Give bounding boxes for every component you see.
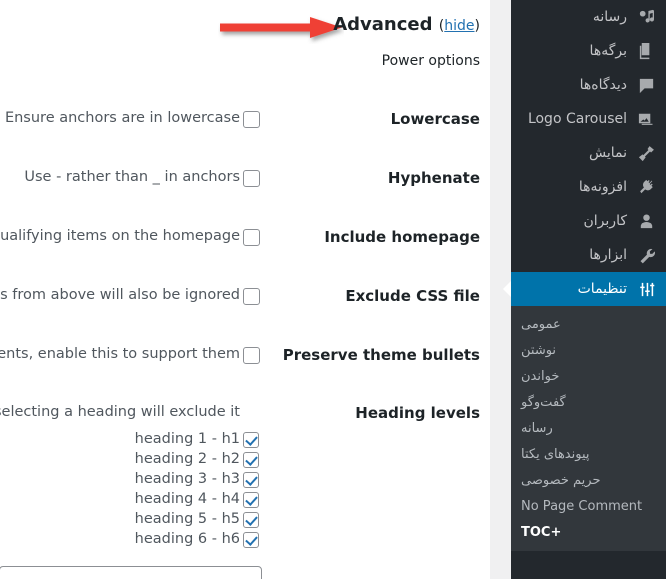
sidebar-item-comments[interactable]: دیدگاه‌ها — [511, 68, 666, 102]
option-label: Hyphenate — [387, 169, 480, 187]
heading-level-item: heading 5 - h5 — [0, 511, 480, 530]
section-subtitle: Power options — [381, 53, 480, 69]
sidebar-item-label: دیدگاه‌ها — [579, 77, 627, 93]
submenu-item-discussion[interactable]: گفت‌وگو — [511, 389, 666, 415]
submenu-item-toc[interactable]: +TOC — [511, 519, 666, 545]
submenu-item-media[interactable]: رسانه — [511, 415, 666, 441]
option-row-heading-levels: vels. Deselecting a heading will exclude… — [0, 404, 480, 424]
option-row-exclude-css-file: ptions from above will also be ignored E… — [0, 287, 480, 307]
appearance-icon — [635, 142, 657, 164]
heading-level-label: heading 1 - h1 — [134, 431, 240, 447]
page-title: Advanced (hide) — [333, 14, 480, 35]
sidebar-item-media[interactable]: رسانه — [511, 0, 666, 34]
admin-sidebar: رسانه برگه‌ها دیدگاه‌ها Logo Carousel نم — [503, 0, 666, 579]
sidebar-item-users[interactable]: کاربران — [511, 204, 666, 238]
sidebar-item-label: کاربران — [583, 213, 627, 229]
option-label: Preserve theme bullets — [282, 346, 480, 364]
option-description: ptions from above will also be ignored — [0, 287, 240, 303]
submenu-item-general[interactable]: عمومی — [511, 311, 666, 337]
heading-levels-description: vels. Deselecting a heading will exclude… — [0, 404, 240, 420]
hide-wrapper: (hide) — [439, 18, 480, 34]
exclude-css-file-checkbox[interactable] — [243, 288, 260, 305]
heading-1-checkbox[interactable] — [243, 432, 259, 448]
sidebar-item-label: Logo Carousel — [527, 111, 627, 127]
comments-icon — [635, 74, 657, 96]
option-label: Lowercase — [390, 110, 480, 128]
sidebar-item-label: ابزارها — [589, 247, 627, 263]
heading-level-item: heading 1 - h1 — [0, 431, 480, 450]
heading-6-checkbox[interactable] — [243, 532, 259, 548]
include-homepage-checkbox[interactable] — [243, 229, 260, 246]
option-description: elements, enable this to support them — [0, 346, 240, 362]
option-label: Exclude CSS file — [345, 287, 480, 305]
submenu-item-permalinks[interactable]: پیوندهای یکتا — [511, 441, 666, 467]
heading-4-checkbox[interactable] — [243, 492, 259, 508]
sidebar-item-label: تنظیمات — [577, 281, 627, 297]
heading-level-label: heading 6 - h6 — [134, 531, 240, 547]
exclude-list-input[interactable] — [0, 566, 262, 579]
heading-level-label: heading 2 - h2 — [134, 451, 240, 467]
heading-levels-label: Heading levels — [355, 404, 480, 422]
option-label: Include homepage — [324, 228, 480, 246]
sidebar-item-logo-carousel[interactable]: Logo Carousel — [511, 102, 666, 136]
submenu-item-privacy[interactable]: حریم خصوصی — [511, 467, 666, 493]
hide-link[interactable]: hide — [444, 18, 474, 34]
sidebar-item-tools[interactable]: ابزارها — [511, 238, 666, 272]
heading-3-checkbox[interactable] — [243, 472, 259, 488]
users-icon — [635, 210, 657, 232]
heading-level-item: heading 6 - h6 — [0, 531, 480, 550]
submenu-item-reading[interactable]: خواندن — [511, 363, 666, 389]
settings-icon — [635, 278, 657, 300]
annotation-arrow-icon — [220, 17, 342, 38]
images-icon — [635, 108, 657, 130]
sidebar-item-appearance[interactable]: نمایش — [511, 136, 666, 170]
media-icon — [635, 6, 657, 28]
preserve-theme-bullets-checkbox[interactable] — [243, 347, 260, 364]
screen: Advanced (hide) Power options Ensure anc… — [0, 0, 666, 579]
plugins-icon — [635, 176, 657, 198]
tools-icon — [635, 244, 657, 266]
heading-level-item: heading 2 - h2 — [0, 451, 480, 470]
page-title-text: Advanced — [333, 14, 433, 35]
submenu-item-writing[interactable]: نوشتن — [511, 337, 666, 363]
pages-icon — [635, 40, 657, 62]
sidebar-item-label: افزونه‌ها — [578, 179, 627, 195]
option-row-hyphenate: Use - rather than _ in anchors Hyphenate — [0, 169, 480, 189]
sidebar-item-settings[interactable]: تنظیمات — [503, 272, 666, 306]
lowercase-checkbox[interactable] — [243, 111, 260, 128]
heading-level-label: heading 4 - h4 — [134, 491, 240, 507]
option-description: Ensure anchors are in lowercase — [4, 110, 240, 126]
submenu-item-no-page-comment[interactable]: No Page Comment — [511, 493, 666, 519]
option-row-preserve-theme-bullets: elements, enable this to support them Pr… — [0, 346, 480, 366]
heading-level-item: heading 4 - h4 — [0, 491, 480, 510]
heading-level-item: heading 3 - h3 — [0, 471, 480, 490]
paren-close: ) — [474, 18, 480, 34]
sidebar-item-label: رسانه — [592, 9, 627, 25]
heading-level-label: heading 5 - h5 — [134, 511, 240, 527]
option-description: for qualifying items on the homepage — [0, 228, 240, 244]
sidebar-item-pages[interactable]: برگه‌ها — [511, 34, 666, 68]
sidebar-item-label: برگه‌ها — [589, 43, 627, 59]
heading-level-label: heading 3 - h3 — [134, 471, 240, 487]
hyphenate-checkbox[interactable] — [243, 170, 260, 187]
option-description: Use - rather than _ in anchors — [24, 169, 240, 185]
heading-2-checkbox[interactable] — [243, 452, 259, 468]
sidebar-item-label: نمایش — [588, 145, 627, 161]
sidebar-item-plugins[interactable]: افزونه‌ها — [511, 170, 666, 204]
settings-submenu: عمومی نوشتن خواندن گفت‌وگو رسانه پیوندها… — [511, 306, 666, 551]
heading-5-checkbox[interactable] — [243, 512, 259, 528]
option-row-include-homepage: for qualifying items on the homepage Inc… — [0, 228, 480, 248]
settings-content-panel: Advanced (hide) Power options Ensure anc… — [0, 0, 490, 579]
option-row-lowercase: Ensure anchors are in lowercase Lowercas… — [0, 110, 480, 130]
